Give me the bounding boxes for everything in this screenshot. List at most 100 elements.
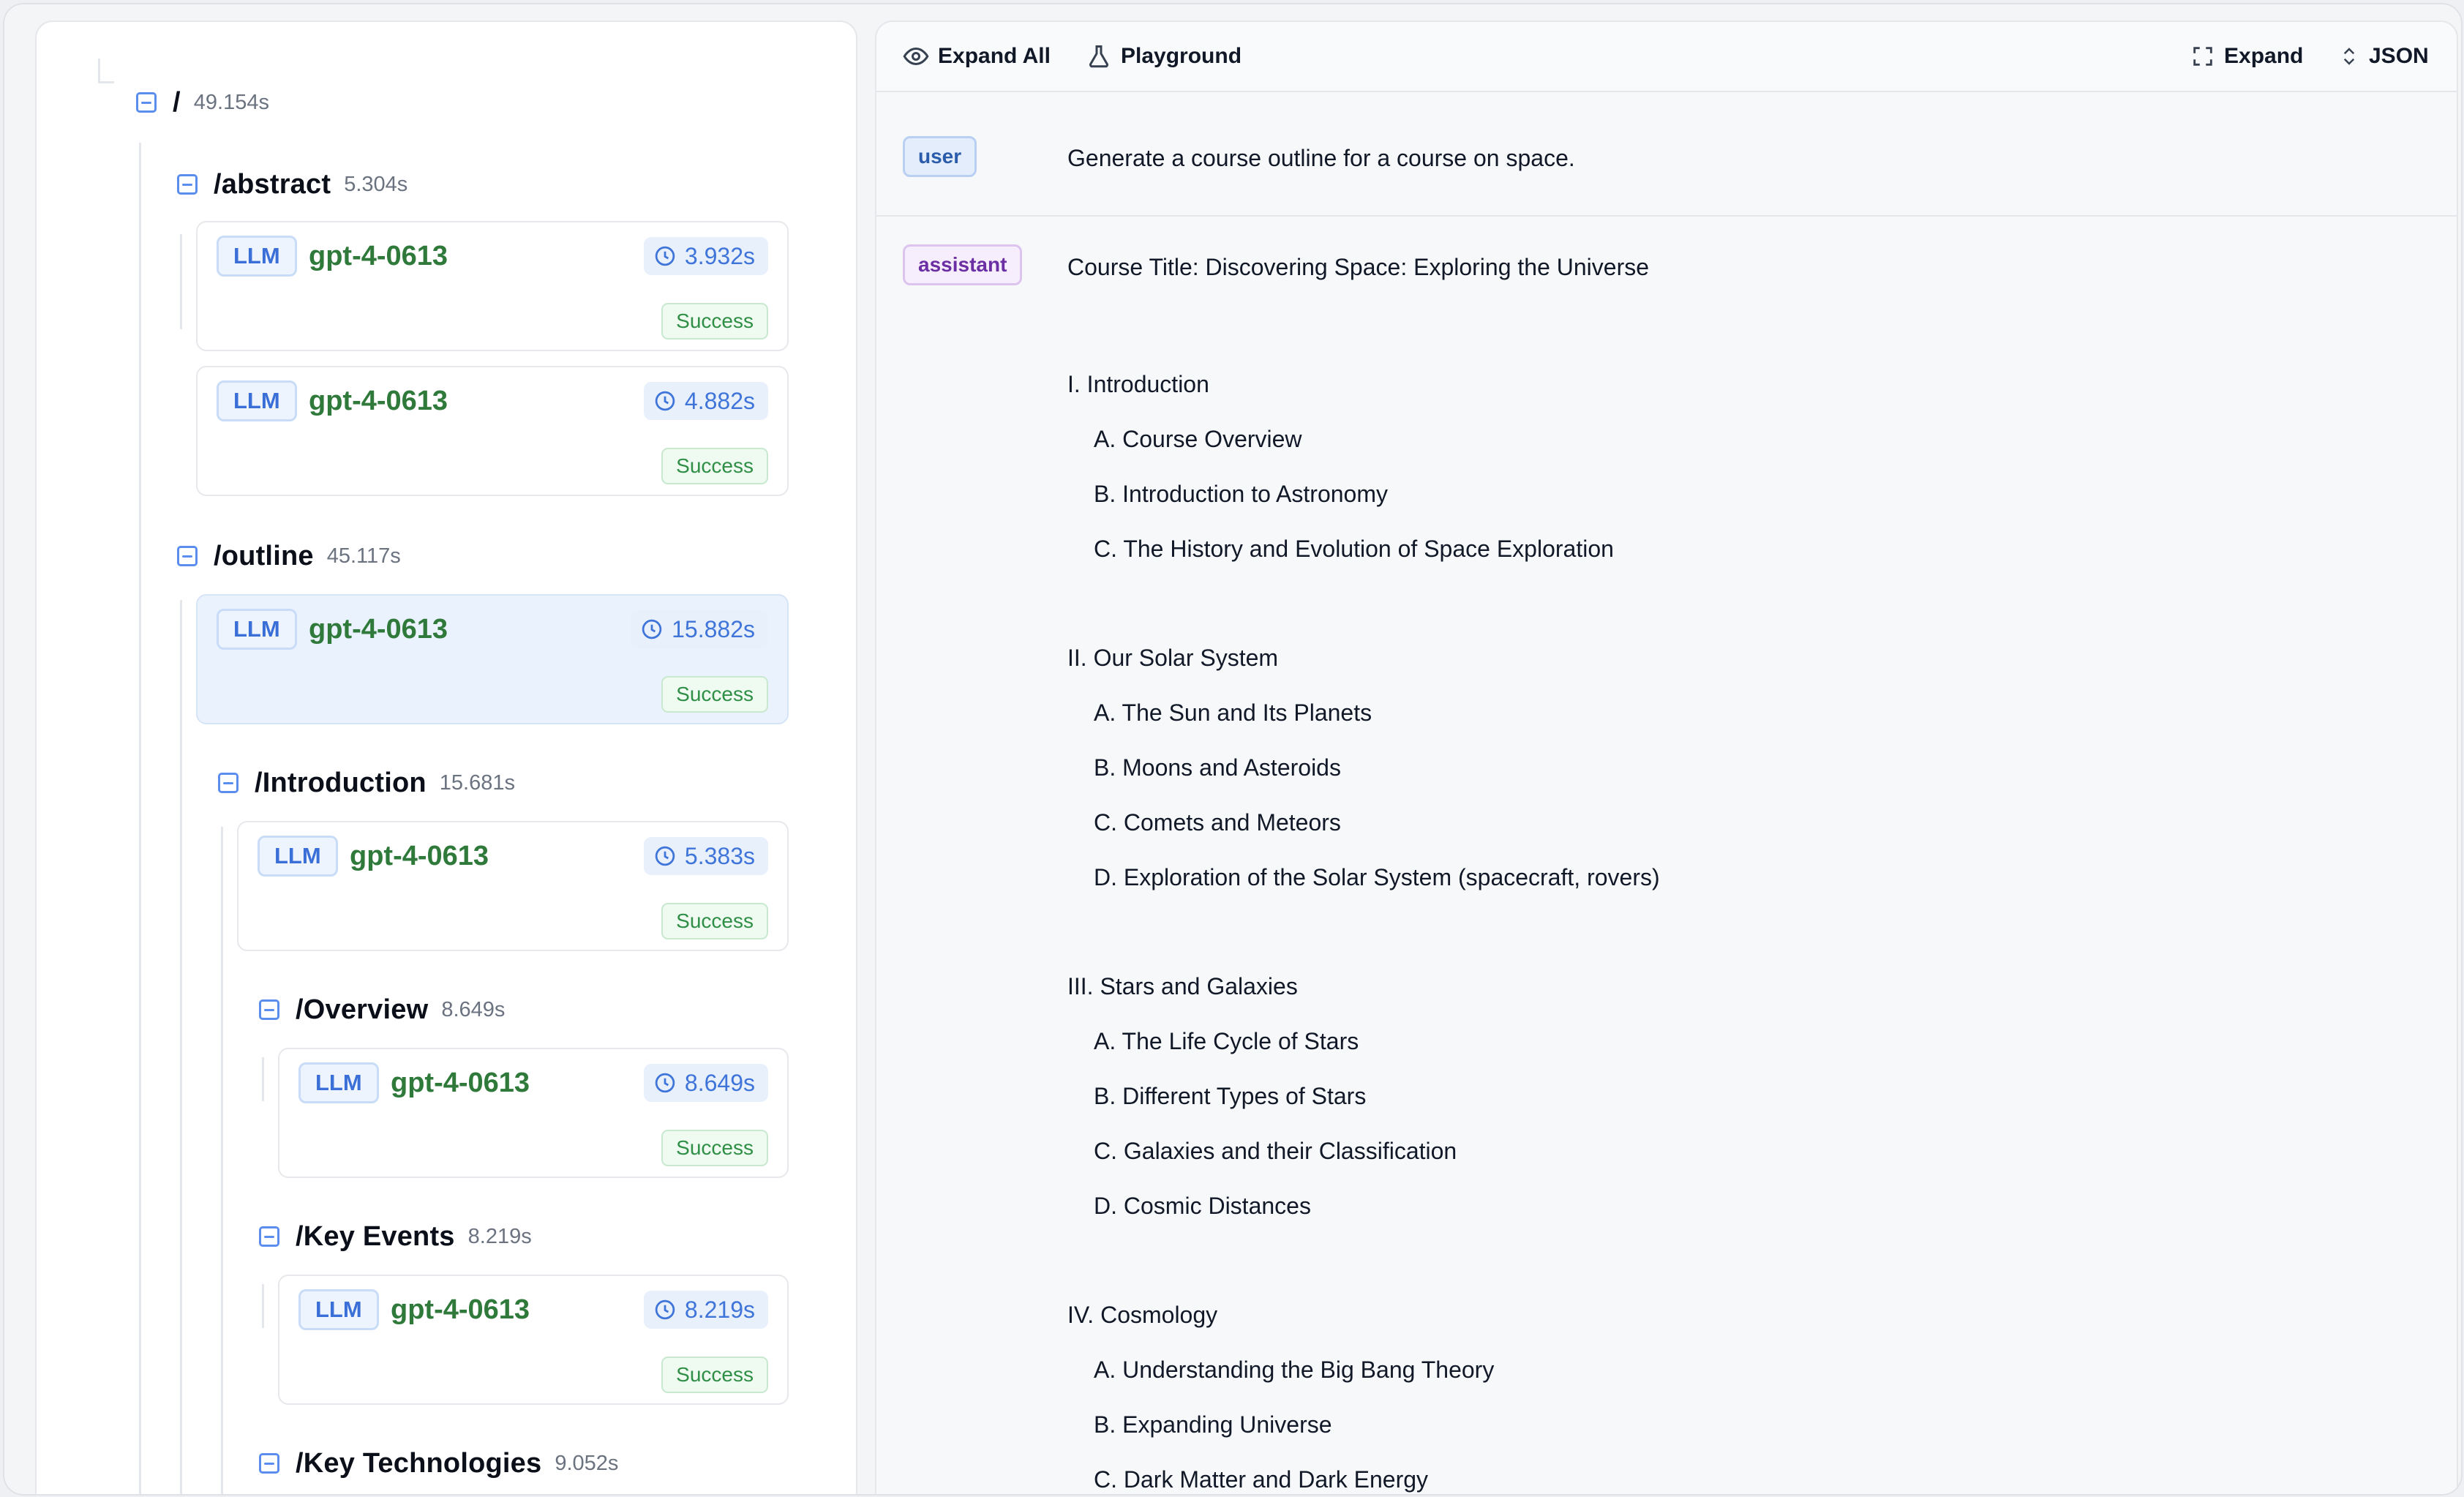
tree-connector bbox=[139, 143, 141, 1494]
clock-icon bbox=[655, 246, 675, 266]
outline-section: IV. Cosmology A. Understanding the Big B… bbox=[1067, 1288, 1660, 1494]
outline-heading: II. Our Solar System bbox=[1067, 645, 1279, 671]
tree-connector bbox=[262, 1057, 264, 1101]
clock-icon bbox=[655, 846, 675, 866]
outline-heading: III. Stars and Galaxies bbox=[1067, 973, 1298, 999]
tree-node-overview[interactable]: /Overview 8.649s bbox=[259, 988, 505, 1032]
span-name: /outline bbox=[214, 540, 314, 571]
tree-node-key-technologies[interactable]: /Key Technologies 9.052s bbox=[259, 1441, 618, 1485]
clock-icon bbox=[655, 1073, 675, 1093]
model-name: gpt-4-0613 bbox=[309, 241, 448, 271]
expand-label: Expand bbox=[2224, 44, 2304, 68]
llm-run-card[interactable]: LLM gpt-4-0613 5.383s Success bbox=[237, 821, 789, 951]
run-detail-panel: Expand All Playground Expand JSON user G… bbox=[875, 20, 2458, 1494]
role-badge-assistant: assistant bbox=[903, 244, 1023, 285]
role-badge-user: user bbox=[903, 136, 977, 177]
flask-icon bbox=[1089, 45, 1108, 68]
duration-pill: 4.882s bbox=[643, 382, 768, 420]
status-badge: Success bbox=[661, 448, 768, 484]
user-message: user Generate a course outline for a cou… bbox=[876, 92, 2457, 233]
json-label: JSON bbox=[2369, 44, 2429, 68]
app-window: / 49.154s /abstract 5.304s LLM gpt-4-061… bbox=[3, 3, 2463, 1496]
duration-value: 3.932s bbox=[684, 242, 755, 269]
trace-tree-panel: / 49.154s /abstract 5.304s LLM gpt-4-061… bbox=[35, 20, 857, 1494]
duration-pill: 3.932s bbox=[643, 237, 768, 275]
outline-item: B. Moons and Asteroids bbox=[1094, 754, 1341, 781]
expand-button[interactable]: Expand bbox=[2190, 22, 2303, 91]
span-name: /Key Events bbox=[296, 1220, 455, 1252]
tree-connector bbox=[221, 827, 223, 1494]
outline-item: C. Galaxies and their Classification bbox=[1094, 1138, 1457, 1164]
tree-node-introduction[interactable]: /Introduction 15.681s bbox=[218, 761, 515, 805]
collapse-toggle-icon[interactable] bbox=[259, 999, 279, 1020]
duration-pill: 8.649s bbox=[643, 1064, 768, 1102]
outline-item: D. Cosmic Distances bbox=[1094, 1193, 1311, 1219]
tree-node-root[interactable]: / 49.154s bbox=[136, 80, 269, 124]
llm-badge: LLM bbox=[217, 380, 297, 421]
duration-value: 5.383s bbox=[684, 842, 755, 869]
status-badge: Success bbox=[661, 1130, 768, 1166]
outline-item: B. Different Types of Stars bbox=[1094, 1083, 1367, 1109]
llm-run-card[interactable]: LLM gpt-4-0613 8.649s Success bbox=[278, 1048, 789, 1178]
duration-value: 4.882s bbox=[684, 387, 755, 414]
span-duration: 49.154s bbox=[193, 90, 269, 114]
duration-value: 15.882s bbox=[672, 615, 755, 642]
outline-section: III. Stars and Galaxies A. The Life Cycl… bbox=[1067, 959, 1660, 1234]
duration-pill: 8.219s bbox=[643, 1291, 768, 1329]
llm-run-card-selected[interactable]: LLM gpt-4-0613 15.882s Success bbox=[196, 594, 789, 724]
expand-all-button[interactable]: Expand All bbox=[903, 22, 1051, 91]
outline-section: I. Introduction A. Course Overview B. In… bbox=[1067, 357, 1660, 577]
span-name: /Key Technologies bbox=[296, 1447, 542, 1479]
outline-item: B. Introduction to Astronomy bbox=[1094, 481, 1388, 507]
tree-node-key-events[interactable]: /Key Events 8.219s bbox=[259, 1215, 532, 1258]
outline-item: C. The History and Evolution of Space Ex… bbox=[1094, 536, 1614, 562]
outline-item: B. Expanding Universe bbox=[1094, 1411, 1332, 1438]
course-outline: I. Introduction A. Course Overview B. In… bbox=[1067, 357, 1660, 1494]
collapse-toggle-icon[interactable] bbox=[177, 546, 198, 566]
outline-item: D. Exploration of the Solar System (spac… bbox=[1094, 864, 1660, 890]
span-duration: 9.052s bbox=[555, 1451, 619, 1475]
clock-icon bbox=[655, 1299, 675, 1320]
outline-item: A. Course Overview bbox=[1094, 426, 1302, 452]
model-name: gpt-4-0613 bbox=[391, 1068, 530, 1098]
llm-run-card[interactable]: LLM gpt-4-0613 3.932s Success bbox=[196, 221, 789, 351]
playground-label: Playground bbox=[1121, 44, 1242, 68]
llm-run-card[interactable]: LLM gpt-4-0613 4.882s Success bbox=[196, 366, 789, 496]
outline-item: A. The Life Cycle of Stars bbox=[1094, 1028, 1359, 1054]
collapse-toggle-icon[interactable] bbox=[259, 1226, 279, 1247]
outline-item: A. Understanding the Big Bang Theory bbox=[1094, 1357, 1495, 1383]
tree-connector bbox=[98, 81, 114, 83]
collapse-toggle-icon[interactable] bbox=[177, 174, 198, 195]
clock-icon bbox=[655, 391, 675, 411]
span-name: / bbox=[173, 86, 181, 118]
outline-heading: IV. Cosmology bbox=[1067, 1302, 1218, 1328]
status-badge: Success bbox=[661, 903, 768, 939]
duration-value: 8.649s bbox=[684, 1069, 755, 1096]
outline-item: A. The Sun and Its Planets bbox=[1094, 699, 1372, 726]
collapse-toggle-icon[interactable] bbox=[218, 773, 238, 793]
model-name: gpt-4-0613 bbox=[309, 614, 448, 645]
chevron-up-down-icon bbox=[2343, 48, 2355, 65]
span-duration: 5.304s bbox=[344, 172, 408, 196]
status-badge: Success bbox=[661, 676, 768, 713]
outline-heading: I. Introduction bbox=[1067, 371, 1209, 397]
status-badge: Success bbox=[661, 303, 768, 339]
collapse-toggle-icon[interactable] bbox=[136, 92, 157, 113]
outline-item: C. Dark Matter and Dark Energy bbox=[1094, 1466, 1429, 1493]
tree-node-outline[interactable]: /outline 45.117s bbox=[177, 534, 401, 578]
llm-run-card[interactable]: LLM gpt-4-0613 8.219s Success bbox=[278, 1275, 789, 1405]
span-duration: 8.649s bbox=[441, 997, 506, 1021]
span-duration: 45.117s bbox=[326, 544, 401, 568]
llm-badge: LLM bbox=[217, 236, 297, 277]
eye-icon bbox=[903, 47, 929, 66]
expand-icon bbox=[2193, 47, 2212, 66]
expand-all-label: Expand All bbox=[938, 44, 1051, 68]
model-name: gpt-4-0613 bbox=[350, 841, 489, 871]
tree-node-abstract[interactable]: /abstract 5.304s bbox=[177, 162, 407, 206]
duration-pill: 15.882s bbox=[631, 610, 768, 648]
collapse-toggle-icon[interactable] bbox=[259, 1453, 279, 1474]
span-name: /abstract bbox=[214, 168, 331, 200]
json-button[interactable]: JSON bbox=[2338, 22, 2429, 91]
span-duration: 15.681s bbox=[439, 770, 515, 795]
playground-button[interactable]: Playground bbox=[1086, 22, 1242, 91]
